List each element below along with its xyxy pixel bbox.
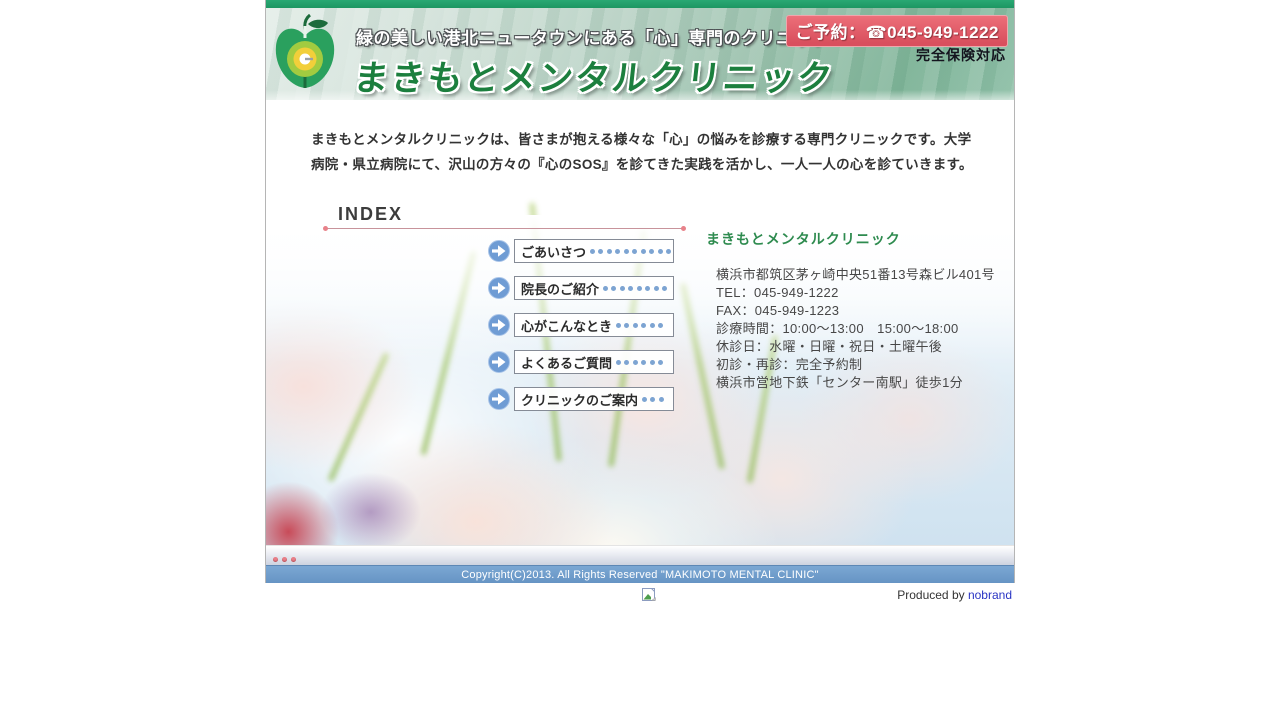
arrow-right-icon <box>488 351 510 373</box>
clinic-info-block: 横浜市都筑区茅ヶ崎中央51番13号森ビル401号 TEL：045-949-122… <box>716 266 995 392</box>
menu-button[interactable]: よくあるご質問 <box>514 350 674 374</box>
insurance-note: 完全保険対応 <box>916 45 1006 65</box>
menu-dot <box>603 286 608 291</box>
footer-copyright-bar: Copyright(C)2013. All Rights Reserved "M… <box>266 565 1014 583</box>
index-menu: ごあいさつ 院長のご紹介 心がこんなとき よくあるご質問 クリニックのご案内 <box>488 239 674 411</box>
menu-dot <box>620 286 625 291</box>
nobrand-link[interactable]: nobrand <box>968 588 1012 602</box>
header-tagline: 緑の美しい港北ニュータウンにある「心」専門のクリニック <box>356 24 829 49</box>
menu-button[interactable]: ごあいさつ <box>514 239 674 263</box>
clinic-hours: 診療時間：10:00〜13:00 15:00〜18:00 <box>716 320 995 338</box>
site-header: 緑の美しい港北ニュータウンにある「心」専門のクリニック まきもとメンタルクリニッ… <box>266 8 1014 100</box>
footer-dot <box>282 557 287 562</box>
menu-dot <box>624 360 629 365</box>
produced-by: Produced by nobrand <box>897 588 1012 602</box>
menu-dot <box>628 286 633 291</box>
footer-dot <box>291 557 296 562</box>
menu-dot <box>659 397 664 402</box>
menu-item-greeting[interactable]: ごあいさつ <box>488 239 674 263</box>
broken-image-icon <box>642 587 656 602</box>
menu-dot <box>641 360 646 365</box>
clinic-appointment-policy: 初診・再診：完全予約制 <box>716 356 995 374</box>
site-container: 緑の美しい港北ニュータウンにある「心」専門のクリニック まきもとメンタルクリニッ… <box>265 0 1015 583</box>
flower-stem <box>420 251 476 456</box>
menu-dot <box>632 249 637 254</box>
produced-by-text: Produced by <box>897 588 968 602</box>
menu-dot <box>666 249 671 254</box>
menu-label: 心がこんなとき <box>521 316 612 335</box>
menu-button[interactable]: 院長のご紹介 <box>514 276 674 300</box>
menu-item-faq[interactable]: よくあるご質問 <box>488 350 674 374</box>
index-divider-line <box>326 228 683 229</box>
main-content: まきもとメンタルクリニックは、皆さまが抱える様々な「心」の悩みを診療する専門クリ… <box>266 100 1014 545</box>
menu-dot <box>607 249 612 254</box>
menu-label: ごあいさつ <box>521 242 586 261</box>
menu-dot <box>641 323 646 328</box>
footer-upper-bar <box>266 545 1014 565</box>
menu-label: 院長のご紹介 <box>521 279 599 298</box>
apple-logo-icon <box>274 14 336 98</box>
menu-dot <box>615 249 620 254</box>
menu-item-symptoms[interactable]: 心がこんなとき <box>488 313 674 337</box>
clinic-closed-days: 休診日：水曜・日曜・祝日・土曜午後 <box>716 338 995 356</box>
copyright-text: Copyright(C)2013. All Rights Reserved "M… <box>461 569 818 581</box>
menu-dot <box>633 323 638 328</box>
menu-label: よくあるご質問 <box>521 353 612 372</box>
menu-dot <box>616 360 621 365</box>
menu-label: クリニックのご案内 <box>521 390 638 409</box>
menu-dot <box>598 249 603 254</box>
menu-dot <box>650 397 655 402</box>
arrow-right-icon <box>488 314 510 336</box>
menu-dot <box>654 286 659 291</box>
menu-dot <box>658 249 663 254</box>
clinic-tel: TEL：045-949-1222 <box>716 284 995 302</box>
site-title: まきもとメンタルクリニック <box>351 50 837 100</box>
menu-dot <box>624 323 629 328</box>
menu-dot <box>641 249 646 254</box>
page: 緑の美しい港北ニュータウンにある「心」専門のクリニック まきもとメンタルクリニッ… <box>0 0 1280 720</box>
footer-dots <box>273 557 296 562</box>
menu-dot <box>662 286 667 291</box>
arrow-right-icon <box>488 240 510 262</box>
clinic-access: 横浜市営地下鉄「センター南駅」徒歩1分 <box>716 374 995 392</box>
menu-item-clinic-guide[interactable]: クリニックのご案内 <box>488 387 674 411</box>
clinic-info-title: まきもとメンタルクリニック <box>706 229 901 249</box>
menu-dot <box>658 323 663 328</box>
menu-dot <box>650 323 655 328</box>
menu-item-director[interactable]: 院長のご紹介 <box>488 276 674 300</box>
menu-dot <box>611 286 616 291</box>
below-site-row: Produced by nobrand <box>265 583 1015 607</box>
clinic-address: 横浜市都筑区茅ヶ崎中央51番13号森ビル401号 <box>716 266 995 284</box>
menu-button[interactable]: 心がこんなとき <box>514 313 674 337</box>
clinic-fax: FAX：045-949-1223 <box>716 302 995 320</box>
arrow-right-icon <box>488 277 510 299</box>
index-heading: INDEX <box>338 204 403 225</box>
footer-dot <box>273 557 278 562</box>
reservation-phone-badge: ご予約：☎045-949-1222 <box>786 15 1008 47</box>
intro-paragraph: まきもとメンタルクリニックは、皆さまが抱える様々な「心」の悩みを診療する専門クリ… <box>311 128 975 178</box>
menu-button[interactable]: クリニックのご案内 <box>514 387 674 411</box>
menu-dot <box>658 360 663 365</box>
arrow-right-icon <box>488 388 510 410</box>
menu-dot <box>637 286 642 291</box>
menu-dot <box>645 286 650 291</box>
menu-dot <box>642 397 647 402</box>
menu-dot <box>590 249 595 254</box>
menu-dot <box>649 249 654 254</box>
menu-dot <box>650 360 655 365</box>
header-top-bar <box>266 0 1014 8</box>
menu-dot <box>633 360 638 365</box>
flower-stem <box>327 352 389 482</box>
menu-dot <box>616 323 621 328</box>
menu-dot <box>624 249 629 254</box>
